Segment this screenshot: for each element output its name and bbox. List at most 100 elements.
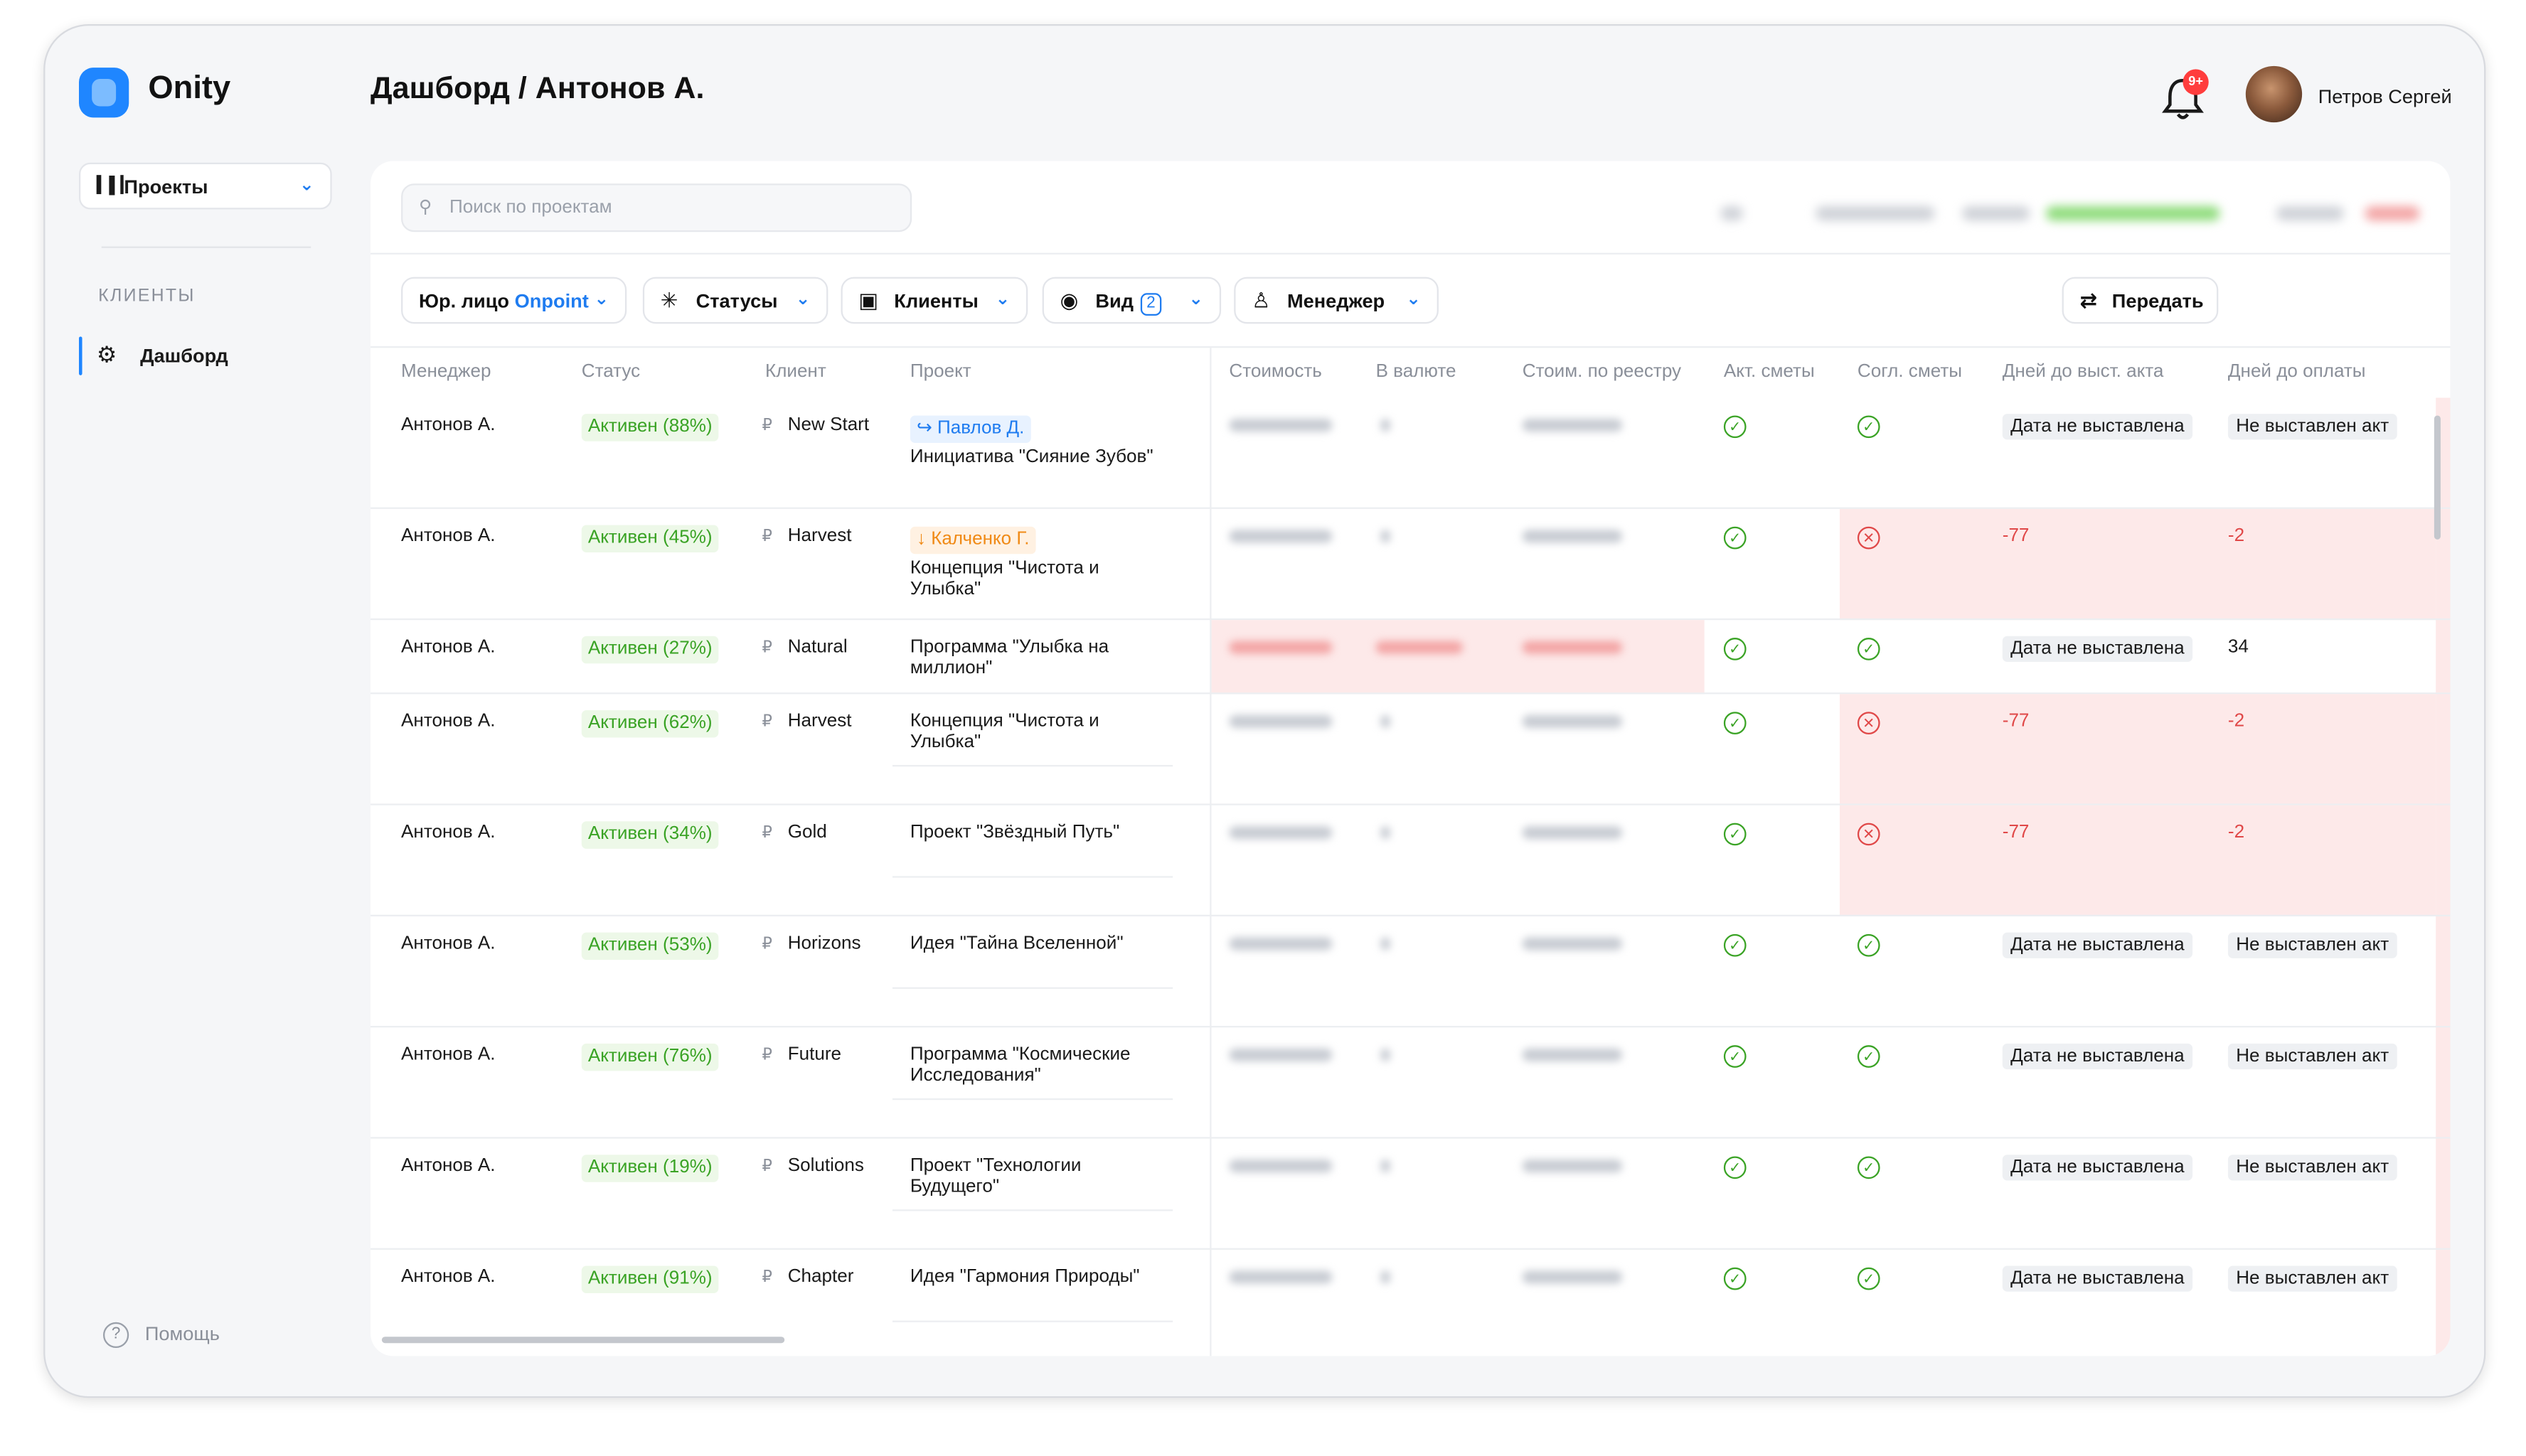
table-row[interactable]: Антонов А. Активен (19%) ₽ Solutions Проект … (371, 1139, 2451, 1250)
column-header-client[interactable]: Клиент (765, 363, 826, 382)
app-name: Onity (148, 70, 231, 107)
manager-cell: Антонов А. (401, 712, 496, 732)
vertical-scrollbar[interactable] (2434, 415, 2441, 540)
ruble-icon: ₽ (762, 1157, 772, 1176)
manager-cell: Антонов А. (401, 526, 496, 546)
column-header-manager[interactable]: Менеджер (401, 363, 491, 382)
project-cell[interactable]: Идея "Гармония Природы" (910, 1268, 1168, 1288)
project-cell[interactable]: Проект "Звёздный Путь" (910, 823, 1168, 844)
column-header-project[interactable]: Проект (910, 363, 971, 382)
table-row[interactable]: Антонов А. Активен (88%) ₽ New Start ↪ Павло… (371, 398, 2451, 509)
sidebar-item-dashboard[interactable]: ⚙ Дашборд (78, 335, 329, 377)
column-header-cost[interactable]: Стоимость (1229, 363, 1321, 382)
table-row[interactable]: Антонов А. Активен (45%) ₽ Harvest ↓ Калченк… (371, 508, 2451, 621)
column-header-days-to-payment[interactable]: Дней до оплаты (2228, 363, 2366, 382)
check-circle-icon: ✓ (1857, 638, 1880, 660)
ruble-icon: ₽ (762, 713, 772, 732)
check-circle-icon: ✓ (1723, 823, 1747, 846)
blurred-currency (1380, 826, 1390, 840)
blurred-cost (1229, 1270, 1333, 1284)
manager-filter[interactable]: ♙ Менеджер ⌄ (1234, 277, 1439, 324)
chevron-down-icon: ⌄ (1188, 289, 1204, 309)
blurred-registry-cost (1522, 714, 1623, 728)
project-cell[interactable]: Программа "Улыбка на миллион" (910, 638, 1168, 680)
x-circle-icon: ✕ (1857, 823, 1880, 846)
table-row[interactable]: Антонов А. Активен (76%) ₽ Future Программа … (371, 1027, 2451, 1139)
client-cell[interactable]: Solutions (788, 1156, 864, 1177)
client-cell[interactable]: Harvest (788, 712, 852, 732)
ruble-icon: ₽ (762, 528, 772, 546)
project-name: Концепция "Чистота и Улыбка" (910, 712, 1099, 752)
days-to-act-badge: Дата не выставлена (2002, 414, 2193, 440)
days-to-act-value: -77 (2002, 823, 2030, 842)
sidebar-divider (101, 246, 311, 248)
help-link[interactable]: ? Помощь (102, 1322, 220, 1349)
sidebar-item-label: Дашборд (140, 344, 228, 368)
project-cell[interactable]: Проект "Технологии Будущего" (910, 1156, 1168, 1198)
column-header-agreed-estimates[interactable]: Согл. сметы (1858, 363, 1962, 382)
view-filter[interactable]: ◉ Вид 2 ⌄ (1042, 277, 1222, 324)
manager-cell: Антонов А. (401, 1156, 496, 1176)
days-to-act-value: -77 (2002, 712, 2030, 732)
horizontal-scrollbar[interactable] (381, 1337, 785, 1344)
ruble-icon: ₽ (762, 936, 772, 954)
client-cell[interactable]: New Start (788, 415, 869, 436)
table-row[interactable]: Антонов А. Активен (53%) ₽ Horizons Идея "Та… (371, 916, 2451, 1028)
legal-entity-filter-label: Юр. лицо Onpoint (419, 290, 589, 313)
clients-filter[interactable]: ▣ Клиенты ⌄ (841, 277, 1028, 324)
project-cell[interactable]: ↓ Калченко Г. Концепция "Чистота и Улыбка… (910, 526, 1168, 601)
blurred-registry-cost (1522, 1270, 1623, 1284)
manager-cell: Антонов А. (401, 638, 496, 658)
transfer-button-label: Передать (2111, 289, 2204, 313)
client-cell[interactable]: Gold (788, 823, 827, 844)
column-header-currency[interactable]: В валюте (1376, 363, 1456, 382)
view-count-badge: 2 (1140, 293, 1162, 316)
sidebar-section-title: КЛИЕНТЫ (98, 287, 196, 306)
table-row[interactable]: Антонов А. Активен (62%) ₽ Harvest Концепция… (371, 694, 2451, 805)
column-header-status[interactable]: Статус (582, 363, 640, 382)
avatar[interactable] (2245, 65, 2303, 123)
overdue-highlight (1839, 508, 2436, 621)
column-header-act-estimates[interactable]: Акт. сметы (1724, 363, 1815, 382)
blurred-currency (1380, 714, 1390, 728)
legal-entity-filter[interactable]: Юр. лицо Onpoint ⌄ (401, 277, 627, 324)
manager-cell: Антонов А. (401, 415, 496, 435)
search-input[interactable]: ⚲ Поиск по проектам (401, 183, 912, 232)
project-name: Проект "Звёздный Путь" (910, 823, 1120, 842)
blurred-cost (1229, 641, 1333, 654)
user-name[interactable]: Петров Сергей (2318, 85, 2452, 108)
overdue-highlight (1839, 805, 2436, 916)
days-to-payment-value: 34 (2227, 638, 2249, 658)
cell-divider (892, 765, 1173, 767)
client-cell[interactable]: Harvest (788, 527, 852, 547)
projects-select[interactable]: ▍▌▎ Проекты ⌄ (78, 162, 332, 210)
table-row[interactable]: Антонов А. Активен (27%) ₽ Natural Программа… (371, 620, 2451, 695)
assignee-tag[interactable]: ↓ Калченко Г. (910, 526, 1036, 555)
project-cell[interactable]: Программа "Космические Исследования" (910, 1045, 1168, 1087)
column-header-days-to-act[interactable]: Дней до выст. акта (2003, 363, 2164, 382)
column-header-registry-cost[interactable]: Стоим. по реестру (1523, 363, 1681, 382)
client-cell[interactable]: Natural (788, 638, 848, 658)
transfer-button[interactable]: ⇄ Передать (2062, 277, 2219, 324)
client-cell[interactable]: Future (788, 1045, 841, 1066)
days-to-payment-badge: Не выставлен акт (2227, 1043, 2397, 1070)
blurred-cost (1229, 1048, 1333, 1061)
ruble-icon: ₽ (762, 1046, 772, 1065)
client-cell[interactable]: Chapter (788, 1268, 854, 1288)
active-indicator (78, 336, 82, 375)
days-to-payment-badge: Не выставлен акт (2227, 414, 2397, 440)
days-to-act-badge: Дата не выставлена (2002, 932, 2193, 958)
status-badge: Активен (62%) (581, 710, 719, 738)
chevron-down-icon: ⌄ (299, 175, 314, 196)
client-cell[interactable]: Horizons (788, 934, 861, 955)
blurred-currency (1380, 530, 1390, 543)
project-cell[interactable]: ↪ Павлов Д. Инициатива "Сияние Зубов" (910, 415, 1168, 469)
check-circle-icon: ✓ (1723, 1045, 1747, 1068)
assignee-tag[interactable]: ↪ Павлов Д. (910, 415, 1031, 443)
project-cell[interactable]: Идея "Тайна Вселенной" (910, 934, 1168, 955)
legal-entity-label: Юр. лицо (418, 289, 510, 313)
statuses-filter[interactable]: ✳ Статусы ⌄ (642, 277, 828, 324)
project-cell[interactable]: Концепция "Чистота и Улыбка" (910, 712, 1168, 754)
table-row[interactable]: Антонов А. Активен (34%) ₽ Gold Проект "Звёз… (371, 805, 2451, 916)
days-to-act-badge: Дата не выставлена (2002, 636, 2193, 663)
